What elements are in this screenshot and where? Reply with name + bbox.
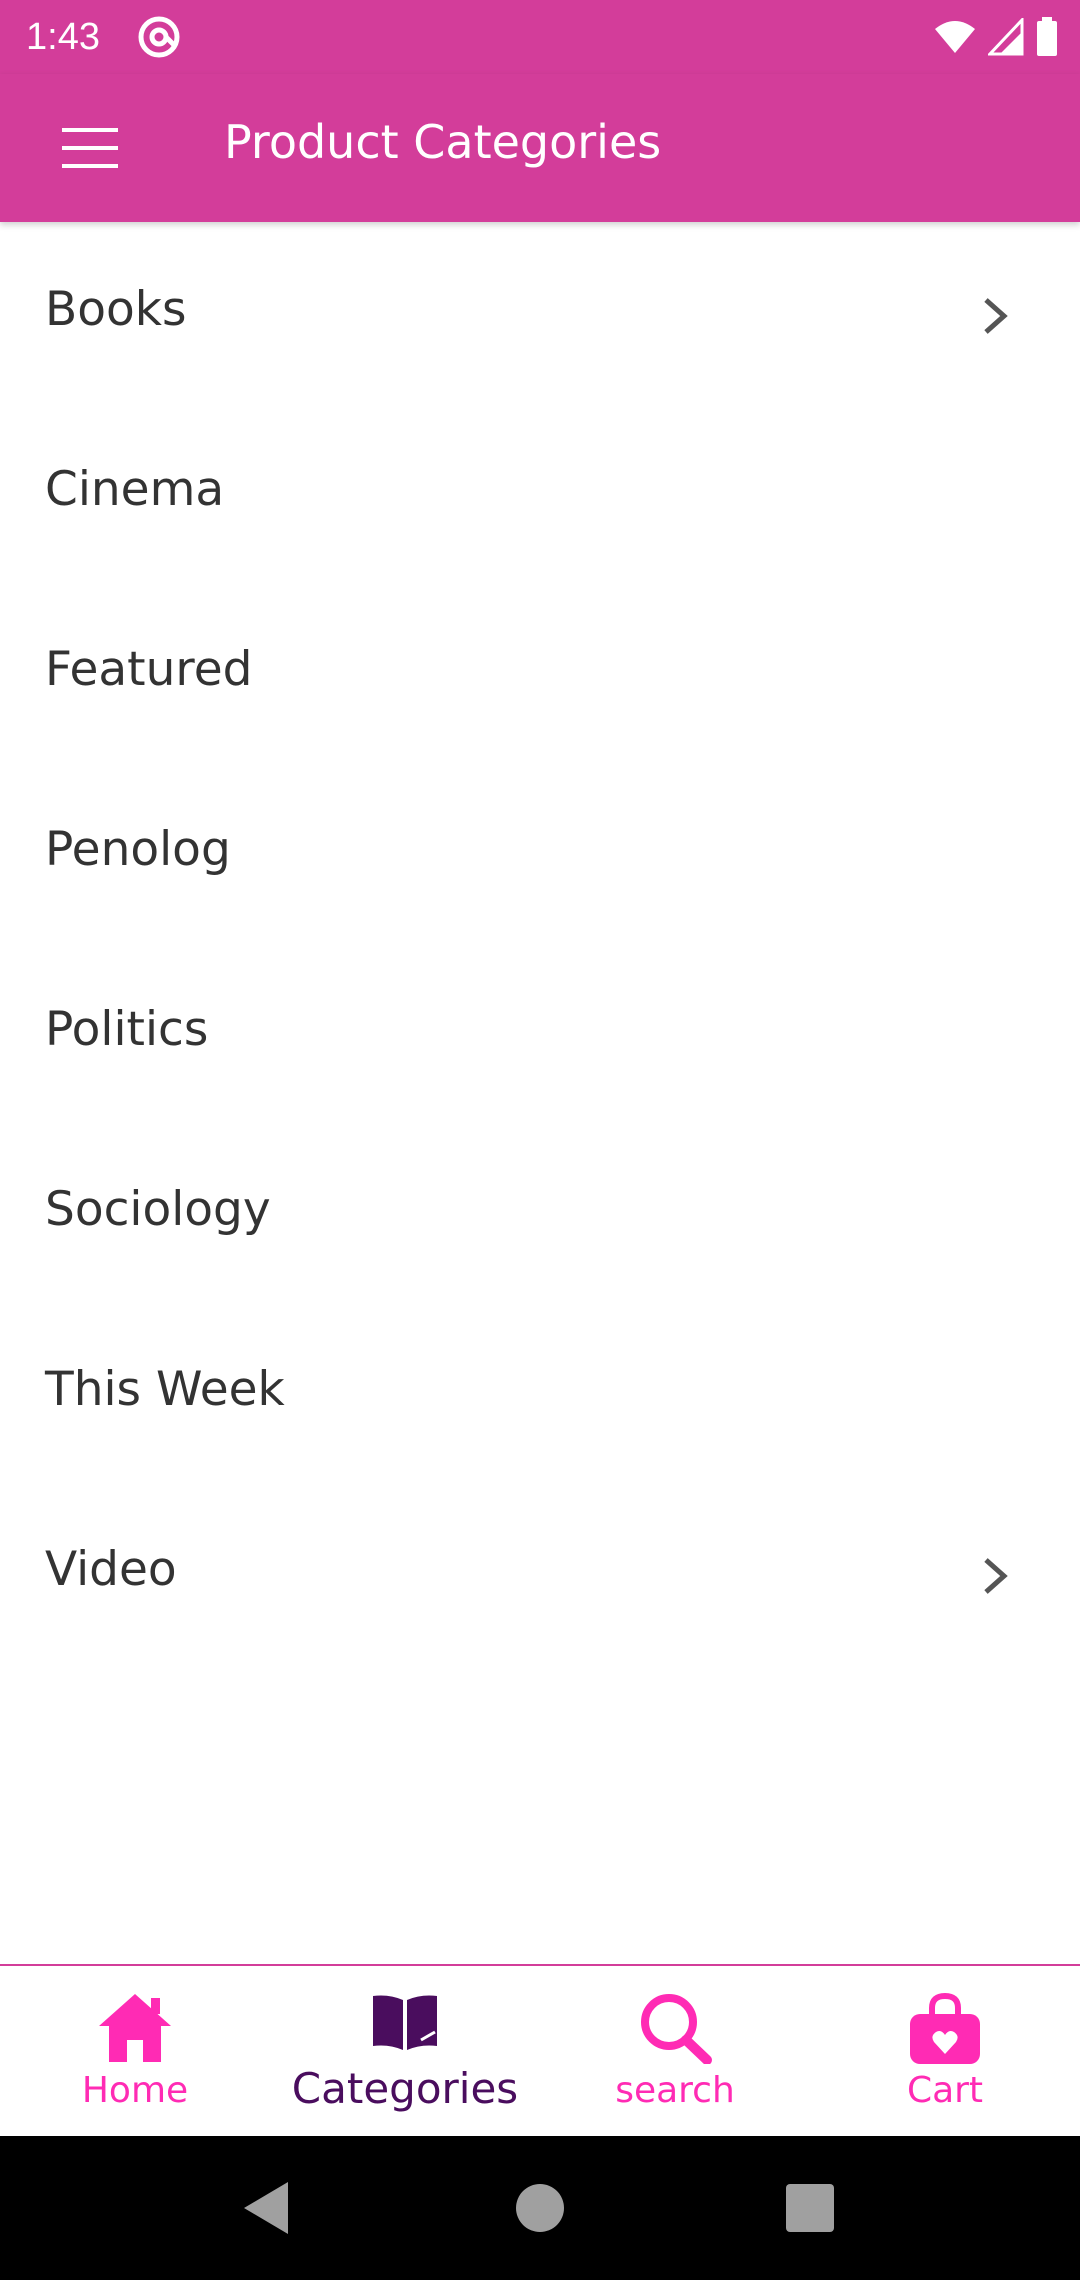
category-item-cinema[interactable]: Cinema (0, 402, 1080, 582)
nav-label: search (615, 2070, 735, 2111)
chevron-right-icon (984, 298, 1008, 334)
status-bar: 1:43 (0, 0, 1080, 74)
category-item-video[interactable]: Video (0, 1482, 1080, 1662)
home-icon (99, 1994, 171, 2062)
chevron-right-icon (984, 1558, 1008, 1594)
app-bar: Product Categories (0, 74, 1080, 222)
category-label: Sociology (45, 1182, 271, 1237)
nav-home[interactable]: Home (0, 1966, 270, 2138)
nav-cart[interactable]: Cart (810, 1966, 1080, 2138)
signal-icon (988, 18, 1024, 56)
category-list: Books Cinema Featured Penolog Politics S… (0, 222, 1080, 1662)
category-item-politics[interactable]: Politics (0, 942, 1080, 1122)
category-item-sociology[interactable]: Sociology (0, 1122, 1080, 1302)
bottom-nav: Home Categories search Cart (0, 1964, 1080, 2138)
nav-label: Home (81, 2070, 189, 2111)
system-nav-bar (0, 2136, 1080, 2280)
category-label: Books (45, 282, 187, 337)
category-label: Video (45, 1542, 177, 1597)
search-icon (641, 1994, 712, 2064)
category-label: Penolog (45, 822, 231, 877)
nav-search[interactable]: search (540, 1966, 810, 2138)
nav-label: Categories (291, 2064, 519, 2113)
category-item-books[interactable]: Books (0, 222, 1080, 402)
category-item-penolog[interactable]: Penolog (0, 762, 1080, 942)
nav-categories[interactable]: Categories (270, 1966, 540, 2138)
category-item-featured[interactable]: Featured (0, 582, 1080, 762)
category-label: Politics (45, 1002, 209, 1057)
category-label: This Week (45, 1362, 285, 1417)
at-circle-icon (138, 16, 180, 58)
home-circle-icon[interactable] (504, 2172, 576, 2244)
shopping-bag-icon (910, 1992, 980, 2064)
battery-icon (1037, 17, 1057, 56)
category-label: Featured (45, 642, 253, 697)
menu-button[interactable] (46, 104, 134, 192)
nav-label: Cart (906, 2070, 984, 2111)
recents-icon[interactable] (774, 2172, 846, 2244)
page-title: Product Categories (224, 115, 662, 169)
book-icon (373, 1995, 437, 2050)
category-item-this-week[interactable]: This Week (0, 1302, 1080, 1482)
back-icon[interactable] (230, 2172, 302, 2244)
status-time: 1:43 (26, 16, 100, 58)
wifi-icon (935, 21, 975, 53)
category-label: Cinema (45, 462, 225, 517)
status-icons (934, 14, 1058, 60)
hamburger-menu-icon (62, 128, 118, 168)
